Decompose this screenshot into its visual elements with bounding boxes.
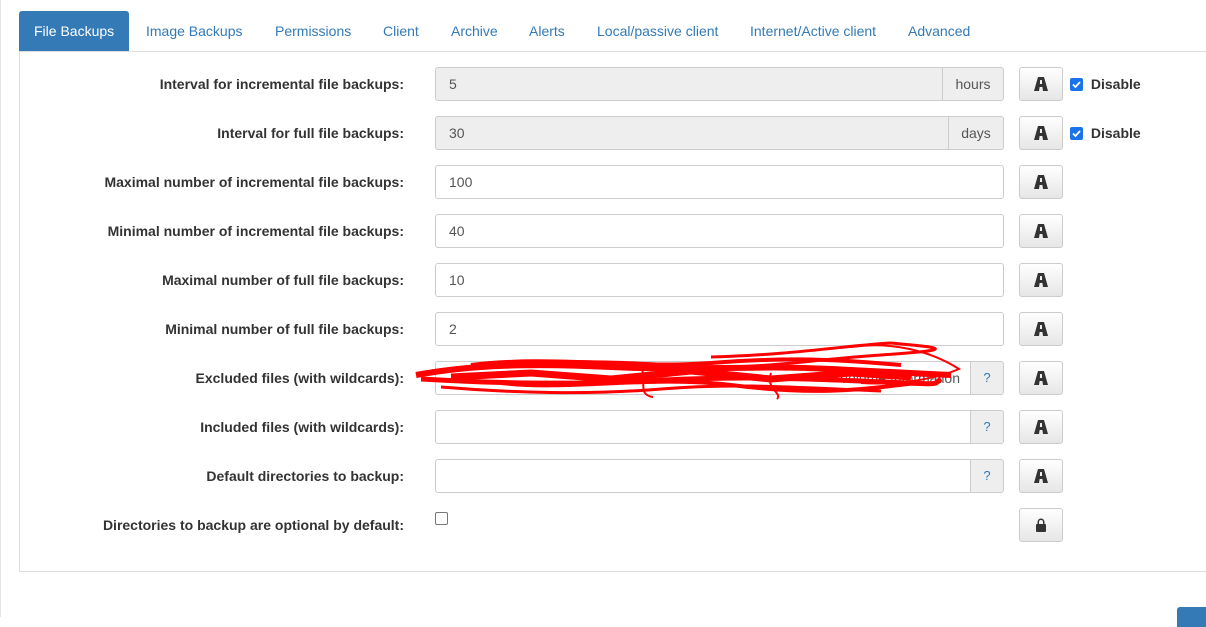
tab-alerts[interactable]: Alerts — [514, 11, 580, 51]
tab-image-backups[interactable]: Image Backups — [131, 11, 258, 51]
min-full-input[interactable]: 2 — [435, 312, 1004, 346]
settings-page: File Backups Image Backups Permissions C… — [0, 0, 1206, 627]
default-dirs-label: Default directories to backup: — [206, 468, 404, 484]
max-incr-label: Maximal number of incremental file backu… — [104, 174, 404, 190]
incr-interval-toggle-button[interactable] — [1019, 67, 1063, 101]
incr-interval-disable-checkbox[interactable] — [1070, 77, 1083, 91]
setting-row-full-interval: Interval for full file backups: 30 days … — [1, 116, 1206, 150]
setting-row-dirs-optional: Directories to backup are optional by de… — [1, 508, 1206, 542]
tab-client[interactable]: Client — [368, 11, 434, 51]
incr-interval-disable[interactable]: Disable — [1070, 67, 1141, 101]
setting-row-included: Included files (with wildcards): ? — [1, 410, 1206, 444]
default-dirs-toggle-button[interactable] — [1019, 459, 1063, 493]
tab-archive[interactable]: Archive — [436, 11, 513, 51]
road-icon — [1034, 469, 1048, 483]
road-icon — [1034, 175, 1048, 189]
max-full-toggle-button[interactable] — [1019, 263, 1063, 297]
tab-advanced[interactable]: Advanced — [893, 11, 985, 51]
setting-row-max-incr: Maximal number of incremental file backu… — [1, 165, 1206, 199]
setting-row-excluded: Excluded files (with wildcards): Volume … — [1, 361, 1206, 395]
included-label: Included files (with wildcards): — [200, 419, 404, 435]
setting-row-default-dirs: Default directories to backup: ? — [1, 459, 1206, 493]
dirs-optional-label: Directories to backup are optional by de… — [102, 517, 404, 533]
road-icon — [1034, 77, 1048, 91]
lock-icon — [1036, 518, 1046, 532]
min-incr-label: Minimal number of incremental file backu… — [107, 223, 404, 239]
max-incr-input[interactable]: 100 — [435, 165, 1004, 199]
min-full-label: Minimal number of full file backups: — [165, 321, 404, 337]
dirs-optional-lock-button[interactable] — [1019, 508, 1063, 542]
max-full-label: Maximal number of full file backups: — [162, 272, 404, 288]
settings-tabs: File Backups Image Backups Permissions C… — [19, 11, 1206, 52]
full-interval-toggle-button[interactable] — [1019, 116, 1063, 150]
incr-interval-label: Interval for incremental file backups: — [159, 76, 404, 92]
tab-file-backups[interactable]: File Backups — [19, 11, 129, 51]
default-dirs-input[interactable] — [435, 459, 971, 493]
min-full-toggle-button[interactable] — [1019, 312, 1063, 346]
dirs-optional-checkbox[interactable] — [435, 512, 448, 525]
incr-interval-unit: hours — [943, 67, 1004, 101]
full-interval-input[interactable]: 30 — [435, 116, 949, 150]
included-input[interactable] — [435, 410, 971, 444]
excluded-input[interactable]: Volume Information — [435, 361, 971, 395]
setting-row-min-incr: Minimal number of incremental file backu… — [1, 214, 1206, 248]
road-icon — [1034, 224, 1048, 238]
incr-interval-input[interactable]: 5 — [435, 67, 943, 101]
excluded-toggle-button[interactable] — [1019, 361, 1063, 395]
full-interval-disable-checkbox[interactable] — [1070, 126, 1083, 140]
road-icon — [1034, 371, 1048, 385]
road-icon — [1034, 126, 1048, 140]
road-icon — [1034, 273, 1048, 287]
excluded-label: Excluded files (with wildcards): — [195, 370, 404, 386]
incr-interval-disable-label: Disable — [1090, 76, 1141, 92]
setting-row-incr-interval: Interval for incremental file backups: 5… — [1, 67, 1206, 101]
included-help[interactable]: ? — [971, 410, 1004, 444]
min-incr-input[interactable]: 40 — [435, 214, 1004, 248]
tab-local-passive-client[interactable]: Local/passive client — [582, 11, 733, 51]
max-full-input[interactable]: 10 — [435, 263, 1004, 297]
checkmark-icon — [1072, 81, 1081, 89]
setting-row-max-full: Maximal number of full file backups: 10 — [1, 263, 1206, 297]
save-button-partial[interactable] — [1177, 607, 1206, 627]
excluded-help[interactable]: ? — [971, 361, 1004, 395]
tab-permissions[interactable]: Permissions — [260, 11, 366, 51]
full-interval-unit: days — [949, 116, 1004, 150]
included-toggle-button[interactable] — [1019, 410, 1063, 444]
road-icon — [1034, 420, 1048, 434]
checkmark-icon — [1072, 130, 1081, 138]
full-interval-disable[interactable]: Disable — [1070, 116, 1141, 150]
default-dirs-help[interactable]: ? — [971, 459, 1004, 493]
min-incr-toggle-button[interactable] — [1019, 214, 1063, 248]
setting-row-min-full: Minimal number of full file backups: 2 — [1, 312, 1206, 346]
tab-internet-active-client[interactable]: Internet/Active client — [735, 11, 891, 51]
full-interval-disable-label: Disable — [1090, 125, 1141, 141]
road-icon — [1034, 322, 1048, 336]
full-interval-label: Interval for full file backups: — [217, 125, 404, 141]
max-incr-toggle-button[interactable] — [1019, 165, 1063, 199]
